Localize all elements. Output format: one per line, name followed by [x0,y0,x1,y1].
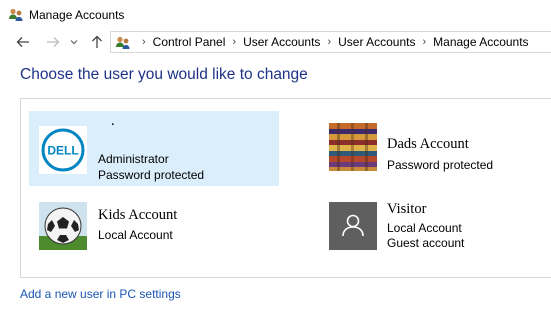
recent-locations-button[interactable] [69,33,79,51]
account-tile-dads[interactable]: Dads Account Password protected [323,111,551,186]
account-type: Administrator [98,152,169,166]
account-name: Dads Account [387,136,469,152]
page-heading: Choose the user you would like to change [20,66,308,83]
window-title: Manage Accounts [29,8,125,22]
up-button[interactable] [88,33,106,51]
account-type: Local Account [98,228,173,242]
account-name: Visitor [387,201,427,217]
account-tile-visitor[interactable]: Visitor Local Account Guest account [323,195,551,257]
generic-user-icon [329,202,377,250]
arrow-left-icon [16,37,29,47]
svg-text:DELL: DELL [47,144,78,158]
control-panel-icon [115,35,131,51]
chevron-right-icon: › [327,36,332,48]
account-tile-kids[interactable]: Kids Account Local Account [29,195,279,257]
textile-pattern-icon [329,123,377,171]
breadcrumb-user-accounts-sub[interactable]: User Accounts [338,35,415,49]
account-status: Password protected [387,158,494,172]
dell-logo-icon: DELL [39,126,87,174]
user-accounts-icon [8,7,24,23]
arrow-right-icon [47,37,60,47]
soccer-ball-icon [39,202,87,250]
arrow-up-icon [92,35,102,48]
account-type: Local Account [387,221,462,235]
account-name: . [111,113,115,129]
accounts-panel: DELL . Administrator Password protected [20,98,551,278]
account-status: Password protected [98,168,205,182]
chevron-right-icon: › [422,36,427,48]
add-user-link[interactable]: Add a new user in PC settings [20,287,181,301]
title-bar: Manage Accounts [0,0,551,30]
chevron-right-icon: › [232,36,237,48]
breadcrumb-control-panel[interactable]: Control Panel [153,35,226,49]
breadcrumb-user-accounts[interactable]: User Accounts [243,35,320,49]
account-status: Guest account [387,236,465,250]
breadcrumb: › Control Panel › User Accounts › User A… [135,32,529,52]
account-name: Kids Account [98,207,178,223]
chevron-down-icon [70,40,78,45]
chevron-right-icon: › [142,36,146,48]
back-button[interactable] [14,33,32,51]
forward-button[interactable] [44,33,62,51]
navigation-bar: › Control Panel › User Accounts › User A… [0,31,551,55]
breadcrumb-manage-accounts[interactable]: Manage Accounts [433,35,528,49]
account-tile-administrator[interactable]: DELL . Administrator Password protected [29,111,279,186]
address-bar[interactable]: › Control Panel › User Accounts › User A… [110,31,551,53]
